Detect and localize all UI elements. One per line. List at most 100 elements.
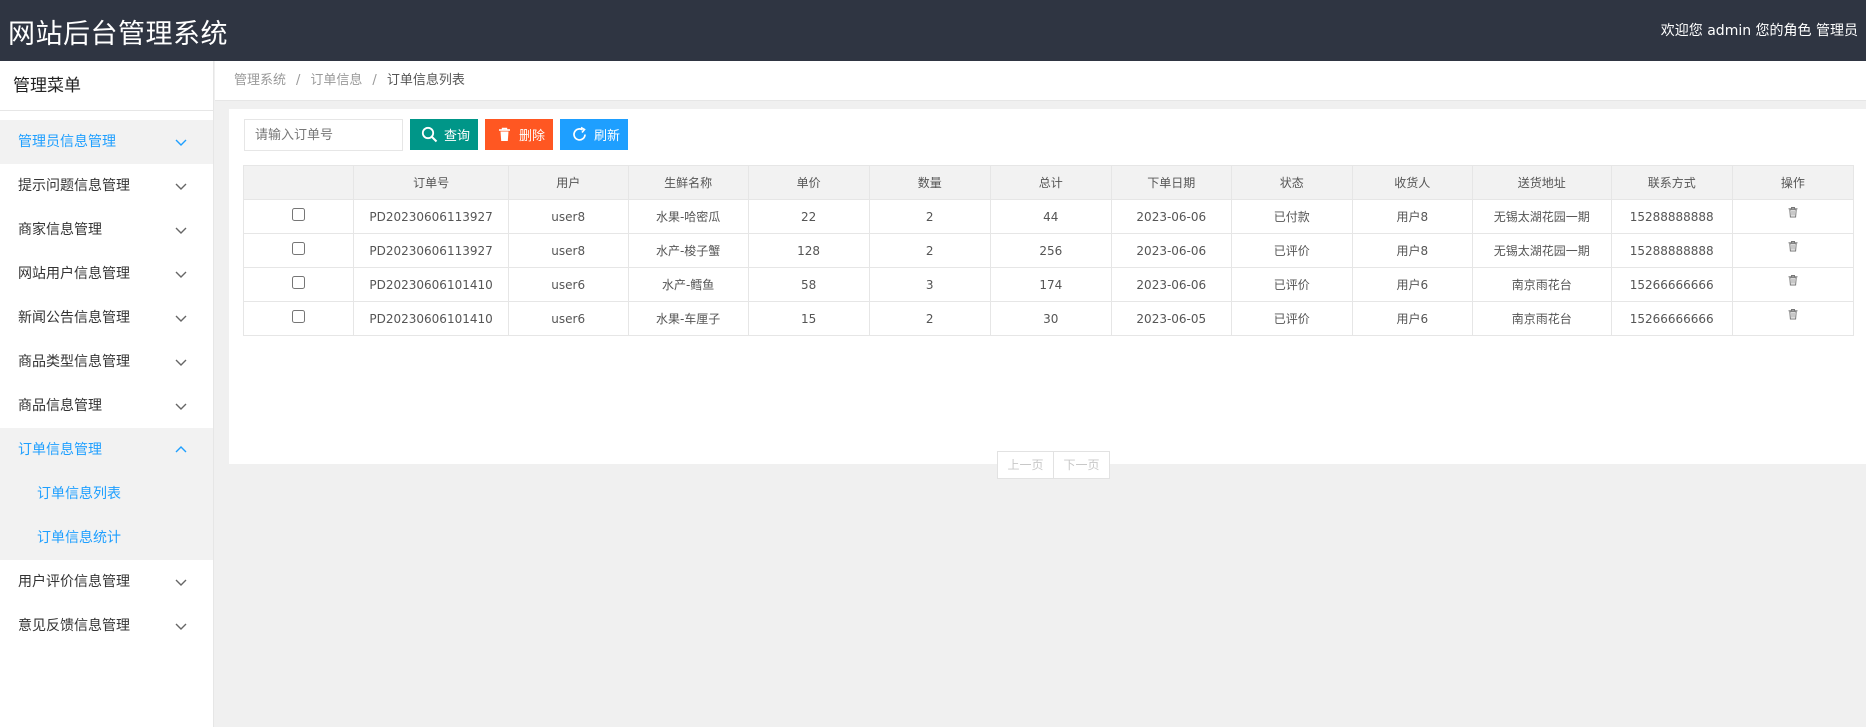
price-cell: 128 <box>747 233 870 268</box>
next-page-button[interactable]: 下一页 <box>1053 451 1110 479</box>
sidebar-item-label: 提示问题信息管理 <box>18 178 130 194</box>
prev-page-button[interactable]: 上一页 <box>997 451 1054 479</box>
pagination: 上一页 下一页 <box>997 451 1111 479</box>
trash-icon[interactable] <box>1787 206 1799 218</box>
phone-cell: 15288888888 <box>1610 233 1733 268</box>
breadcrumb-item[interactable]: 订单信息 <box>310 73 362 88</box>
trash-icon[interactable] <box>1787 308 1799 320</box>
date-cell: 2023-06-05 <box>1110 301 1232 336</box>
total-cell: 174 <box>989 267 1112 302</box>
column-header: 生鲜名称 <box>627 165 749 200</box>
address-cell: 南京雨花台 <box>1471 267 1612 302</box>
sidebar-item-label: 意见反馈信息管理 <box>18 618 130 634</box>
action-cell <box>1731 267 1855 302</box>
chevron-down-icon <box>175 164 189 208</box>
select-all-header <box>242 165 355 200</box>
sidebar-item-label: 商家信息管理 <box>18 222 102 238</box>
trash-icon[interactable] <box>1787 274 1799 286</box>
welcome-text: 欢迎您 admin 您的角色 管理员 <box>1660 23 1858 39</box>
total-cell: 44 <box>989 199 1112 234</box>
order-search-input[interactable] <box>244 119 403 151</box>
refresh-button-label: 刷新 <box>594 129 621 144</box>
sidebar-item-label: 商品信息管理 <box>18 398 102 414</box>
date-cell: 2023-06-06 <box>1110 199 1232 234</box>
column-header: 送货地址 <box>1471 165 1612 200</box>
product-name-cell: 水果-哈密瓜 <box>627 199 749 234</box>
row-checkbox[interactable] <box>292 241 306 255</box>
receiver-cell: 用户6 <box>1351 301 1473 336</box>
receiver-cell: 用户8 <box>1351 233 1473 268</box>
sidebar-item-order[interactable]: 订单信息管理 <box>0 428 213 472</box>
user-cell: user8 <box>507 199 629 234</box>
action-cell <box>1731 301 1855 336</box>
qty-cell: 2 <box>868 301 991 336</box>
sidebar-item-admin[interactable]: 管理员信息管理 <box>0 120 213 164</box>
sidebar-item-label: 网站用户信息管理 <box>18 266 130 282</box>
phone-cell: 15266666666 <box>1610 301 1733 336</box>
breadcrumb: 管理系统 / 订单信息 / 订单信息列表 <box>215 61 1866 101</box>
sidebar-item-product[interactable]: 商品信息管理 <box>0 384 213 428</box>
row-select-cell <box>242 233 355 268</box>
order-list-panel: 查询 删除 刷新 订单号 用户 生鲜名称 单价 <box>229 109 1866 479</box>
chevron-down-icon <box>175 604 189 648</box>
column-header: 联系方式 <box>1610 165 1733 200</box>
trash-icon[interactable] <box>1787 240 1799 252</box>
address-cell: 南京雨花台 <box>1471 301 1612 336</box>
sidebar-item-merchant[interactable]: 商家信息管理 <box>0 208 213 252</box>
sidebar-item-site-user[interactable]: 网站用户信息管理 <box>0 252 213 296</box>
sidebar-menu: 管理员信息管理 提示问题信息管理 商家信息管理 网站用户信息管理 新闻公告信息管… <box>0 120 213 648</box>
submenu-item-order-stats[interactable]: 订单信息统计 <box>0 516 213 560</box>
chevron-down-icon <box>175 252 189 296</box>
chevron-down-icon <box>175 120 189 164</box>
chevron-down-icon <box>175 340 189 384</box>
delete-button[interactable]: 删除 <box>485 119 553 150</box>
search-button-label: 查询 <box>444 129 471 144</box>
order-no-cell: PD20230606113927 <box>353 199 509 234</box>
search-button[interactable]: 查询 <box>410 119 478 150</box>
sidebar-item-label: 用户评价信息管理 <box>18 574 130 590</box>
sidebar-item-label: 新闻公告信息管理 <box>18 310 130 326</box>
breadcrumb-item[interactable]: 管理系统 <box>234 73 286 88</box>
sidebar-item-product-type[interactable]: 商品类型信息管理 <box>0 340 213 384</box>
row-checkbox[interactable] <box>292 275 306 289</box>
date-cell: 2023-06-06 <box>1110 267 1232 302</box>
chevron-down-icon <box>175 208 189 252</box>
refresh-button[interactable]: 刷新 <box>560 119 628 150</box>
column-header: 用户 <box>507 165 629 200</box>
sidebar-item-review[interactable]: 用户评价信息管理 <box>0 560 213 604</box>
submenu-item-order-list[interactable]: 订单信息列表 <box>0 472 213 516</box>
status-cell: 已评价 <box>1230 233 1353 268</box>
order-no-cell: PD20230606101410 <box>353 301 509 336</box>
user-cell: user6 <box>507 301 629 336</box>
order-no-cell: PD20230606101410 <box>353 267 509 302</box>
sidebar-item-label: 订单信息管理 <box>18 442 102 458</box>
column-header: 总计 <box>989 165 1112 200</box>
column-header: 数量 <box>868 165 991 200</box>
chevron-down-icon <box>175 560 189 604</box>
row-checkbox[interactable] <box>292 207 306 221</box>
total-cell: 30 <box>989 301 1112 336</box>
table-row: PD20230606113927 user8 水产-梭子蟹 128 2 256 … <box>242 233 1855 268</box>
sidebar-item-label: 管理员信息管理 <box>18 134 116 150</box>
refresh-icon <box>573 126 586 141</box>
price-cell: 15 <box>747 301 870 336</box>
row-checkbox[interactable] <box>292 309 306 323</box>
status-cell: 已评价 <box>1230 301 1353 336</box>
breadcrumb-separator: / <box>296 73 301 88</box>
column-header: 收货人 <box>1351 165 1473 200</box>
phone-cell: 15288888888 <box>1610 199 1733 234</box>
qty-cell: 3 <box>868 267 991 302</box>
sidebar-item-feedback[interactable]: 意见反馈信息管理 <box>0 604 213 648</box>
user-cell: user8 <box>507 233 629 268</box>
chevron-down-icon <box>175 384 189 428</box>
receiver-cell: 用户6 <box>1351 267 1473 302</box>
breadcrumb-current: 订单信息列表 <box>386 73 465 88</box>
sidebar-item-question[interactable]: 提示问题信息管理 <box>0 164 213 208</box>
status-cell: 已评价 <box>1230 267 1353 302</box>
order-submenu: 订单信息列表 订单信息统计 <box>0 472 213 560</box>
chevron-down-icon <box>175 296 189 340</box>
product-name-cell: 水产-梭子蟹 <box>627 233 749 268</box>
date-cell: 2023-06-06 <box>1110 233 1232 268</box>
sidebar-item-news[interactable]: 新闻公告信息管理 <box>0 296 213 340</box>
column-header: 订单号 <box>353 165 509 200</box>
